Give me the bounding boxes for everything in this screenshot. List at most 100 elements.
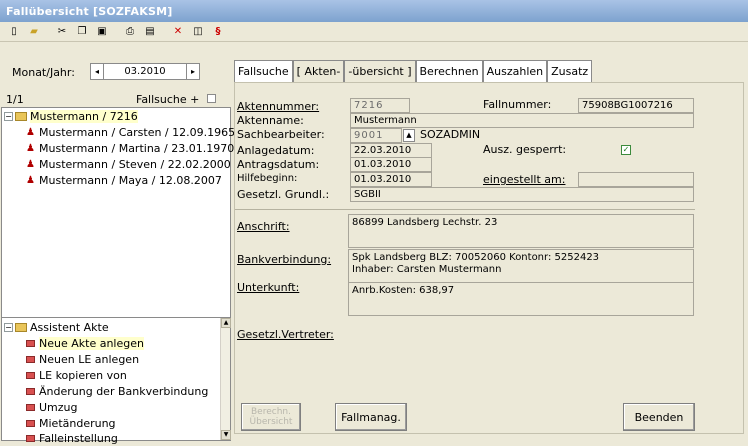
aktennummer-field[interactable]: 7216: [350, 98, 410, 113]
akten-panel: Aktennummer: 7216 Fallnummer: 75908BG100…: [234, 82, 744, 434]
fallsuche-plus-checkbox[interactable]: [207, 94, 216, 103]
assistant-tree: − Assistent Akte Neue Akte anlegen Neuen…: [1, 317, 231, 445]
tab-aktenuebersicht-part2[interactable]: -übersicht ]: [344, 60, 416, 82]
anschrift-text: 86899 Landsberg Lechstr. 23: [352, 217, 498, 228]
eingestellt-label: eingestellt am:: [483, 173, 566, 186]
ausz-gesperrt-checkbox[interactable]: ✓: [621, 145, 631, 155]
monat-stepper[interactable]: ◂ 03.2010 ▸: [90, 63, 200, 80]
monat-value[interactable]: 03.2010: [104, 63, 186, 80]
paste-icon[interactable]: ▣: [94, 24, 110, 40]
tree-node-person[interactable]: ♟ Mustermann / Steven / 22.02.2000: [26, 157, 231, 172]
aktenname-field[interactable]: Mustermann: [350, 113, 694, 128]
aktennummer-label: Aktennummer:: [237, 100, 320, 113]
bankverbindung-field[interactable]: Spk Landsberg BLZ: 70052060 Kontonr: 525…: [348, 249, 694, 283]
open-icon[interactable]: ▰: [26, 24, 42, 40]
lookup-up-icon[interactable]: ▲: [403, 129, 415, 142]
print-icon[interactable]: ▤: [142, 24, 158, 40]
prev-month-button[interactable]: ◂: [90, 63, 104, 80]
assistant-title: Assistent Akte: [30, 321, 109, 334]
tab-aktenuebersicht-part1[interactable]: [ Akten-: [292, 60, 345, 82]
bankverbindung-label: Bankverbindung:: [237, 253, 332, 266]
tree-node-person[interactable]: ♟ Mustermann / Carsten / 12.09.1965: [26, 125, 235, 140]
eingestellt-field[interactable]: [578, 172, 694, 187]
assistant-item[interactable]: LE kopieren von: [26, 368, 127, 383]
task-icon: [26, 388, 35, 395]
assistant-item[interactable]: Änderung der Bankverbindung: [26, 384, 208, 399]
tree-node-person[interactable]: ♟ Mustermann / Martina / 23.01.1970: [26, 141, 234, 156]
person-icon: ♟: [26, 158, 35, 170]
berechn-label-1: Berechn.: [251, 407, 291, 417]
scroll-up-icon[interactable]: ▲: [221, 318, 231, 328]
divider: [235, 209, 695, 210]
assistant-item-label: Mietänderung: [39, 417, 116, 430]
fallnummer-label: Fallnummer:: [483, 98, 552, 111]
aktenname-label: Aktenname:: [237, 114, 304, 127]
assistant-item-label: Falleinstellung: [39, 432, 118, 445]
tab-bar: Fallsuche [ Akten- -übersicht ] Berechne…: [234, 60, 593, 82]
new-icon[interactable]: ▯: [6, 24, 22, 40]
berechn-uebersicht-button[interactable]: Berechn. Übersicht: [241, 403, 301, 431]
person-icon: ♟: [26, 174, 35, 186]
folder-icon: [15, 112, 27, 121]
monat-label: Monat/Jahr:: [12, 66, 75, 79]
assistant-item[interactable]: Mietänderung: [26, 416, 116, 431]
anlagedatum-field[interactable]: 22.03.2010: [350, 143, 432, 158]
assistant-item[interactable]: Falleinstellung: [26, 431, 118, 446]
assistant-item[interactable]: Umzug: [26, 400, 78, 415]
person-icon: ♟: [26, 126, 35, 138]
assistant-item[interactable]: Neue Akte anlegen: [26, 336, 144, 351]
assistant-item-label: Neue Akte anlegen: [39, 337, 144, 350]
window-icon[interactable]: ◫: [190, 24, 206, 40]
paragraph-icon[interactable]: §: [210, 24, 226, 40]
tree-label: Mustermann / Carsten / 12.09.1965: [39, 126, 236, 139]
fallnummer-field[interactable]: 75908BG1007216: [578, 98, 694, 113]
main-area: Fallsuche [ Akten- -übersicht ] Berechne…: [234, 42, 748, 441]
scroll-down-icon[interactable]: ▼: [221, 430, 231, 440]
task-icon: [26, 420, 35, 427]
person-icon: ♟: [26, 142, 35, 154]
collapse-icon[interactable]: −: [4, 323, 13, 332]
sachbearbeiter-name: SOZADMIN: [420, 128, 481, 141]
left-panel: Monat/Jahr: ◂ 03.2010 ▸ 1/1 Fallsuche + …: [0, 42, 235, 445]
bank-line-1: Spk Landsberg BLZ: 70052060 Kontonr: 525…: [352, 252, 600, 263]
gesetzl-grundl-label: Gesetzl. Grundl.:: [237, 188, 330, 201]
task-icon: [26, 372, 35, 379]
assistant-root[interactable]: − Assistent Akte: [4, 320, 109, 335]
antragsdatum-field[interactable]: 01.03.2010: [350, 157, 432, 172]
assistant-item[interactable]: Neuen LE anlegen: [26, 352, 139, 367]
tab-auszahlen[interactable]: Auszahlen: [482, 60, 548, 82]
assistant-item-label: Änderung der Bankverbindung: [39, 385, 209, 398]
next-month-button[interactable]: ▸: [186, 63, 200, 80]
tree-node-akte[interactable]: − Mustermann / 7216: [4, 109, 138, 124]
tree-label: Mustermann / 7216: [30, 110, 138, 123]
assistant-item-label: Neuen LE anlegen: [39, 353, 140, 366]
assistant-item-label: LE kopieren von: [39, 369, 127, 382]
tab-zusatz[interactable]: Zusatz: [547, 60, 593, 82]
bank-line-2: Inhaber: Carsten Mustermann: [352, 264, 502, 275]
anlagedatum-label: Anlagedatum:: [237, 144, 315, 157]
cut-icon[interactable]: ✂: [54, 24, 70, 40]
assistant-scrollbar[interactable]: ▲ ▼: [220, 318, 231, 440]
tab-fallsuche[interactable]: Fallsuche: [234, 60, 293, 82]
collapse-icon[interactable]: −: [4, 112, 13, 121]
sachbearbeiter-label: Sachbearbeiter:: [237, 128, 325, 141]
unterkunft-text: Anrb.Kosten: 638,97: [352, 285, 455, 296]
tree-label: Mustermann / Martina / 23.01.1970: [39, 142, 235, 155]
folder-icon: [15, 323, 27, 332]
fallmanag-button[interactable]: Fallmanag.: [335, 403, 407, 431]
sachbearbeiter-code-field[interactable]: 9001: [350, 128, 402, 143]
unterkunft-field[interactable]: Anrb.Kosten: 638,97: [348, 282, 694, 316]
beenden-button[interactable]: Beenden: [623, 403, 695, 431]
delete-icon[interactable]: ✕: [170, 24, 186, 40]
tab-berechnen[interactable]: Berechnen: [415, 60, 483, 82]
assistant-item-label: Umzug: [39, 401, 78, 414]
gesetzl-grundl-field[interactable]: SGBII: [350, 187, 694, 202]
task-icon: [26, 404, 35, 411]
tree-node-person[interactable]: ♟ Mustermann / Maya / 12.08.2007: [26, 173, 222, 188]
berechn-label-2: Übersicht: [249, 417, 293, 427]
copy-icon[interactable]: ❐: [74, 24, 90, 40]
anschrift-field[interactable]: 86899 Landsberg Lechstr. 23: [348, 214, 694, 248]
ausz-gesperrt-label: Ausz. gesperrt:: [483, 143, 567, 156]
hilfebeginn-field[interactable]: 01.03.2010: [350, 172, 432, 187]
print-preview-icon[interactable]: ⎙: [122, 24, 138, 40]
